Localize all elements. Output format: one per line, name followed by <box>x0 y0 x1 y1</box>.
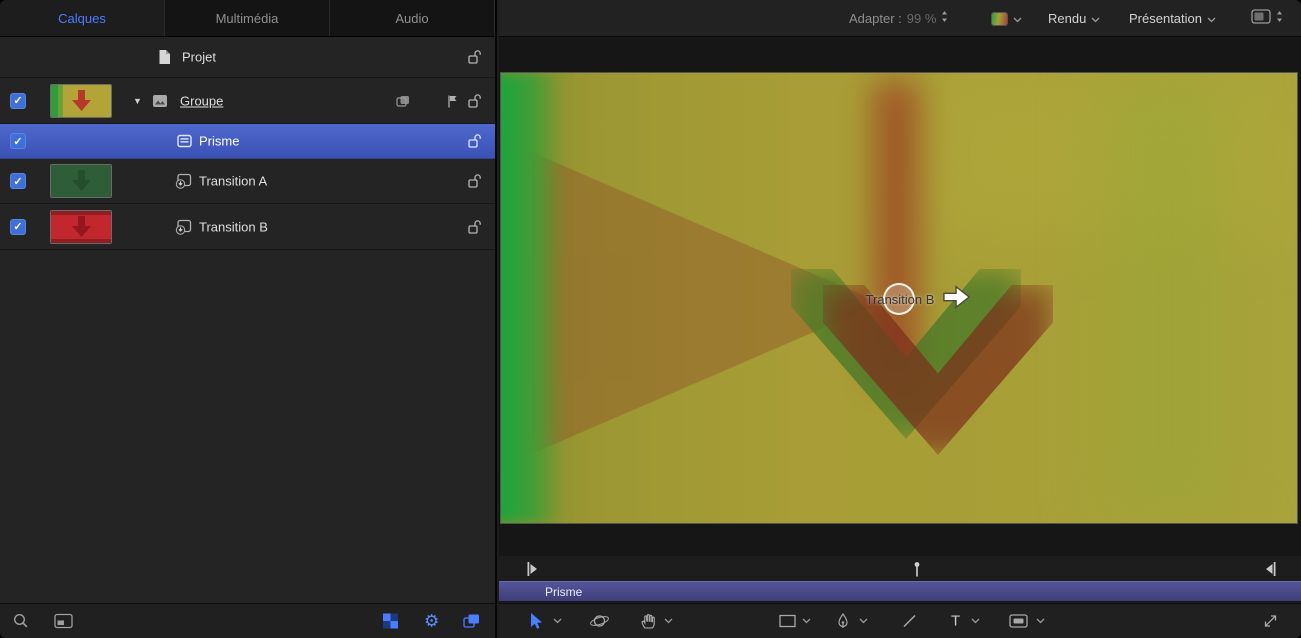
channel-display-control[interactable] <box>991 0 1022 37</box>
timeline-track-prisme[interactable]: Prisme <box>499 581 1301 602</box>
green-edge-gradient <box>501 73 563 523</box>
layer-row-groupe[interactable]: ✓ ▼ Groupe <box>0 78 495 124</box>
chevron-down-icon[interactable] <box>971 618 980 624</box>
panel-tabbar: Calques Multimédia Audio <box>0 0 495 37</box>
layer-row-transition-a[interactable]: ✓ Transition A <box>0 159 495 204</box>
layer-thumbnail <box>50 164 112 198</box>
bezier-pen-tool-icon[interactable] <box>836 613 850 630</box>
zoom-control[interactable]: Adapter : 99 % <box>849 0 948 37</box>
disclosure-triangle-icon[interactable]: ▼ <box>133 96 142 106</box>
unlock-icon[interactable] <box>468 134 482 149</box>
transform-3d-tool-icon[interactable] <box>589 613 610 630</box>
select-tool-icon[interactable] <box>529 612 542 630</box>
canvas-toolbar: Adapter : 99 % Rendu Présentation <box>499 0 1301 37</box>
search-icon[interactable] <box>13 613 29 629</box>
play-range-in-marker[interactable] <box>527 562 538 576</box>
playhead-marker[interactable] <box>913 561 921 576</box>
zoom-label: Adapter : <box>849 11 902 26</box>
color-channels-icon <box>991 12 1008 26</box>
pan-hand-tool-icon[interactable] <box>640 613 657 630</box>
presentation-menu[interactable]: Présentation <box>1129 0 1216 37</box>
mini-timeline-ruler[interactable] <box>499 556 1301 581</box>
activation-checkbox[interactable]: ✓ <box>10 133 26 149</box>
chevron-down-icon <box>1091 10 1100 28</box>
check-icon: ✓ <box>13 135 22 148</box>
render-menu[interactable]: Rendu <box>1048 0 1100 37</box>
group-icon <box>152 94 168 108</box>
layers-view-icon[interactable] <box>463 614 480 629</box>
layer-label[interactable]: Transition A <box>199 174 267 189</box>
checkerboard-icon[interactable] <box>383 614 398 629</box>
unlock-icon[interactable] <box>468 93 482 108</box>
display-icon <box>1251 9 1271 29</box>
chevron-down-icon[interactable] <box>1036 618 1045 624</box>
activation-checkbox[interactable]: ✓ <box>10 173 26 189</box>
layer-row-projet[interactable]: Projet <box>0 37 495 78</box>
tools-toolbar: T <box>499 603 1301 638</box>
layer-label[interactable]: Prisme <box>199 134 239 149</box>
unlock-icon[interactable] <box>468 174 482 189</box>
presentation-label: Présentation <box>1129 11 1202 26</box>
chevron-down-icon[interactable] <box>664 618 673 624</box>
chevron-down-icon <box>1013 10 1022 28</box>
check-icon: ✓ <box>13 220 22 233</box>
layer-label[interactable]: Transition B <box>199 219 268 234</box>
canvas[interactable]: Transition B <box>501 73 1297 523</box>
layers-list: Projet ✓ ▼ Groupe <box>0 37 495 603</box>
stepper-icon <box>1276 10 1283 28</box>
expand-timeline-icon[interactable] <box>1262 613 1279 630</box>
layers-panel: Calques Multimédia Audio Projet ✓ <box>0 0 497 638</box>
stepper-icon[interactable] <box>941 10 948 28</box>
unlock-icon[interactable] <box>468 219 482 234</box>
filter-icon <box>177 134 192 148</box>
layer-thumbnail <box>50 84 112 118</box>
chevron-down-icon <box>1207 10 1216 28</box>
chevron-down-icon[interactable] <box>553 618 562 624</box>
line-tool-icon[interactable] <box>902 614 917 629</box>
canvas-zone: Transition B <box>499 37 1301 556</box>
motion-window: Calques Multimédia Audio Projet ✓ <box>0 0 1301 638</box>
render-label: Rendu <box>1048 11 1086 26</box>
mask-tool-icon[interactable] <box>1009 614 1028 628</box>
play-range-out-marker[interactable] <box>1265 562 1276 576</box>
rectangle-tool-icon[interactable] <box>779 615 796 628</box>
document-icon <box>158 49 171 65</box>
text-tool-icon[interactable]: T <box>951 613 960 630</box>
activation-checkbox[interactable]: ✓ <box>10 93 26 109</box>
layers-footer-bar: ⚙ <box>0 603 495 638</box>
layer-row-prisme[interactable]: ✓ Prisme <box>0 124 495 159</box>
check-icon: ✓ <box>13 94 22 107</box>
layer-label: Projet <box>182 50 216 65</box>
track-label: Prisme <box>499 585 582 599</box>
activation-checkbox[interactable]: ✓ <box>10 219 26 235</box>
canvas-area: Adapter : 99 % Rendu Présentation <box>499 0 1301 638</box>
check-icon: ✓ <box>13 175 22 188</box>
chevron-down-icon[interactable] <box>859 618 868 624</box>
chevron-down-icon[interactable] <box>802 618 811 624</box>
media-transition-icon <box>175 219 192 235</box>
flag-icon[interactable] <box>447 94 458 108</box>
zoom-value: 99 % <box>907 11 937 26</box>
motion-path-arrow-icon[interactable] <box>942 283 972 316</box>
layer-label[interactable]: Groupe <box>180 93 223 108</box>
blur-band-shape <box>1101 73 1231 523</box>
unlock-icon[interactable] <box>468 50 482 65</box>
gear-icon[interactable]: ⚙ <box>424 613 439 630</box>
tab-audio[interactable]: Audio <box>330 0 495 36</box>
tab-multimedia[interactable]: Multimédia <box>165 0 330 36</box>
display-layout-control[interactable] <box>1251 0 1283 37</box>
preview-frame-icon[interactable] <box>54 614 73 629</box>
media-transition-icon <box>175 173 192 189</box>
layer-row-transition-b[interactable]: ✓ Transition B <box>0 204 495 250</box>
tab-calques[interactable]: Calques <box>0 0 165 36</box>
layer-thumbnail <box>50 210 112 244</box>
blend-mode-icon[interactable] <box>396 95 410 107</box>
